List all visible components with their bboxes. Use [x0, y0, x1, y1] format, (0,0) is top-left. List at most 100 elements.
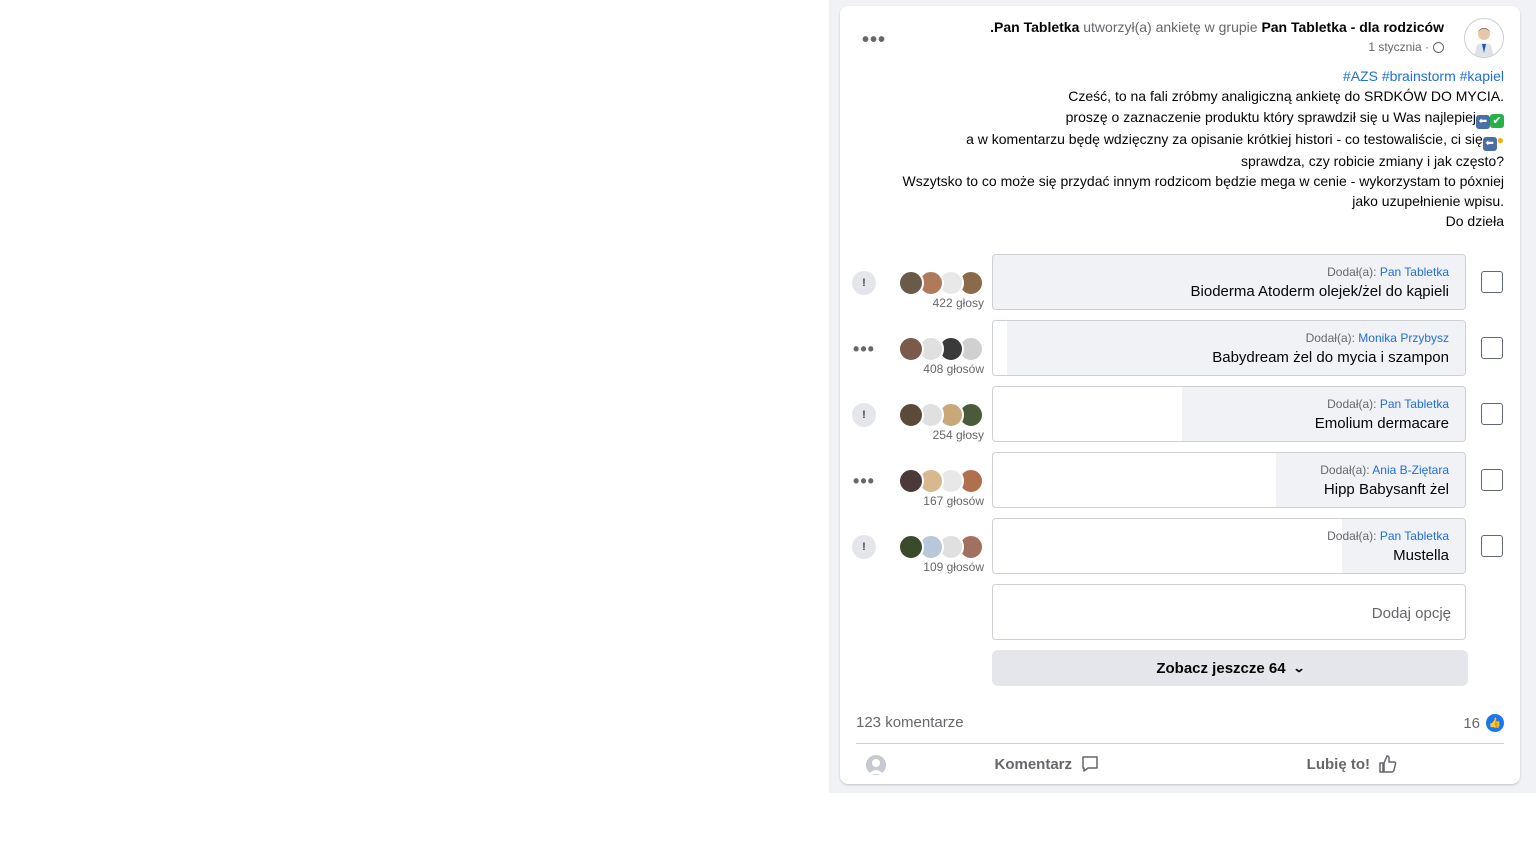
post-line: Do dzieła	[1445, 213, 1504, 230]
arrow-emoji-icon: ⬅	[1482, 136, 1497, 151]
person-icon	[1465, 19, 1503, 57]
bulb-emoji-icon: ●	[1496, 132, 1504, 147]
vote-count[interactable]: 109 głosów	[923, 560, 984, 574]
vote-bar	[1276, 453, 1465, 507]
voter-avatar	[898, 336, 924, 362]
voter-avatar	[898, 402, 924, 428]
option-action-button[interactable]: !	[852, 403, 876, 427]
added-prefix: Dodał(a):	[1327, 529, 1377, 543]
option-label: Mustella	[1393, 547, 1449, 564]
voters-avatars[interactable]	[898, 468, 984, 494]
comment-icon	[1082, 756, 1098, 772]
added-prefix: Dodał(a):	[1320, 463, 1370, 477]
add-option-input[interactable]	[1009, 585, 1453, 641]
post-line: jako uzupełnienie wpisu.	[1352, 193, 1504, 210]
see-more-label: Zobacz jeszcze 64	[1156, 659, 1286, 677]
post-date[interactable]: 1 stycznia ·	[1368, 40, 1429, 54]
added-by-name[interactable]: Ania B-Ziętara	[1372, 463, 1449, 477]
option-checkbox[interactable]	[1481, 337, 1503, 359]
chevron-down-icon: ⌄	[1292, 661, 1306, 675]
added-prefix: Dodał(a):	[1327, 265, 1377, 279]
added-by-name[interactable]: Pan Tabletka	[1380, 265, 1449, 279]
voters-avatars[interactable]	[898, 534, 984, 560]
info-icon: !	[862, 541, 866, 553]
like-button[interactable]: Lubię to!	[1307, 754, 1398, 774]
added-by: Dodał(a): Pan Tabletka	[1327, 529, 1449, 543]
option-checkbox[interactable]	[1481, 535, 1503, 557]
vote-count[interactable]: 422 głosy	[933, 296, 984, 310]
option-label: Bioderma Atoderm olejek/żel do kąpieli	[1190, 283, 1449, 300]
hashtags[interactable]: #AZS #brainstorm #kapiel	[854, 66, 1504, 86]
vote-bar	[993, 255, 1465, 309]
option-action-button[interactable]: •••	[852, 337, 876, 361]
arrow-emoji-icon: ⬅	[1476, 114, 1490, 129]
added-by: Dodał(a): Pan Tabletka	[1327, 265, 1449, 279]
more-icon: •••	[853, 470, 875, 491]
vote-count[interactable]: 254 głosy	[933, 428, 984, 442]
added-by-name[interactable]: Pan Tabletka	[1380, 397, 1449, 411]
option-label: Babydream żel do mycia i szampon	[1212, 349, 1449, 366]
poll-option[interactable]: Dodał(a): Pan Tabletka Bioderma Atoderm o…	[992, 254, 1466, 310]
poll-option[interactable]: Dodał(a): Pan Tabletka Mustella	[992, 518, 1466, 574]
more-icon: •••	[861, 28, 886, 51]
option-label: Emolium dermacare	[1314, 415, 1449, 432]
more-icon: •••	[853, 338, 875, 359]
option-label: Hipp Babysanft żel	[1323, 481, 1449, 498]
like-count-value: 16	[1463, 714, 1480, 732]
divider	[856, 743, 1504, 744]
voters-avatars[interactable]	[898, 336, 984, 362]
post-card: Pan Tabletka utworzył(a) ankietę w grupi…	[840, 6, 1520, 784]
author-name[interactable]: Pan Tabletka	[994, 19, 1079, 35]
added-prefix: Dodał(a):	[1305, 331, 1355, 345]
info-icon: !	[862, 409, 866, 421]
post-options-button[interactable]: •••	[858, 24, 890, 56]
option-checkbox[interactable]	[1481, 403, 1503, 425]
poll-option[interactable]: Dodał(a): Ania B-Ziętara Hipp Babysanft ż…	[992, 452, 1466, 508]
option-action-button[interactable]: •••	[852, 469, 876, 493]
voters-avatars[interactable]	[898, 270, 984, 296]
poll-option[interactable]: Dodał(a): Monika Przybysz Babydream żel d…	[992, 320, 1466, 376]
thumbs-up-icon	[1379, 755, 1397, 773]
check-emoji-icon: ✔	[1490, 113, 1504, 128]
voter-avatar	[898, 270, 924, 296]
vote-bar	[1182, 387, 1465, 441]
voters-avatars[interactable]	[898, 402, 984, 428]
added-by: Dodał(a): Monika Przybysz	[1306, 331, 1449, 345]
added-by: Dodał(a): Ania B-Ziętara	[1320, 463, 1449, 477]
option-action-button[interactable]: !	[852, 535, 876, 559]
action-text: utworzył(a) ankietę w grupie	[1083, 19, 1258, 35]
option-checkbox[interactable]	[1481, 469, 1503, 491]
option-action-button[interactable]: !	[852, 271, 876, 295]
voter-avatar	[898, 534, 924, 560]
like-count[interactable]: 16 👍	[1463, 714, 1504, 732]
vote-bar	[1342, 519, 1465, 573]
info-icon: !	[862, 277, 866, 289]
comments-count[interactable]: 123 komentarze	[856, 714, 964, 731]
poll-option[interactable]: Dodał(a): Pan Tabletka Emolium dermacare	[992, 386, 1466, 442]
option-checkbox[interactable]	[1481, 271, 1503, 293]
added-by: Dodał(a): Pan Tabletka	[1327, 397, 1449, 411]
added-by-name[interactable]: Monika Przybysz	[1358, 331, 1449, 345]
post-line-emoji: proszę o zaznaczenie produktu który spra…	[854, 107, 1504, 129]
see-more-options-button[interactable]: Zobacz jeszcze 64 ⌄	[992, 650, 1468, 686]
comment-button-label: Komentarz	[994, 755, 1072, 773]
add-option-field[interactable]	[992, 584, 1466, 641]
vote-count[interactable]: 167 głosów	[923, 494, 984, 508]
post-line-text: proszę o zaznaczenie produktu który spra…	[1065, 108, 1476, 125]
post-header: Pan Tabletka utworzył(a) ankietę w grupi…	[990, 19, 1444, 35]
post-line-text: a w komentarzu będę wdzięczny za opisani…	[966, 130, 1483, 147]
post-meta: 1 stycznia ·	[1368, 40, 1444, 54]
globe-icon	[1433, 41, 1444, 53]
added-prefix: Dodał(a):	[1327, 397, 1377, 411]
voter-avatar	[898, 468, 924, 494]
added-by-name[interactable]: Pan Tabletka	[1380, 529, 1449, 543]
post-line: Wszytsko to co może się przydać innym ro…	[902, 172, 1504, 189]
viewer-avatar[interactable]	[866, 755, 886, 775]
vote-bar	[1007, 321, 1465, 375]
post-body: #AZS #brainstorm #kapiel Cześć, to na fa…	[854, 66, 1504, 232]
person-icon	[869, 759, 883, 774]
vote-count[interactable]: 408 głosów	[923, 362, 984, 376]
comment-button[interactable]: Komentarz	[994, 754, 1100, 774]
post-line: Cześć, to na fali zróbmy analigiczną ank…	[1068, 88, 1504, 105]
author-avatar[interactable]	[1464, 18, 1504, 58]
